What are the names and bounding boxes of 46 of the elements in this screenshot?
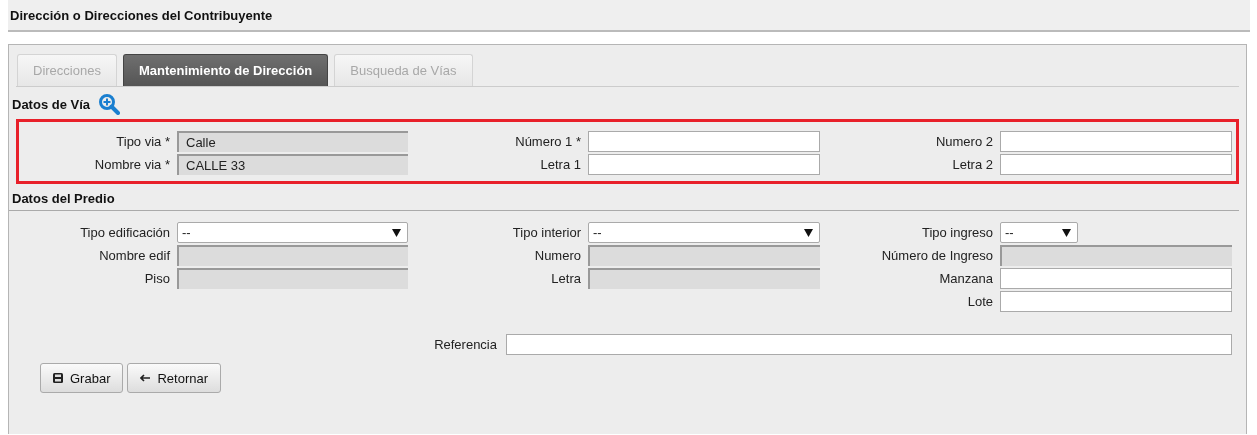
- caret-icon: [1062, 228, 1071, 237]
- save-icon: [53, 373, 63, 383]
- field-label: Número 1 *: [514, 134, 581, 149]
- input-field[interactable]: [588, 245, 820, 266]
- input-field[interactable]: [1000, 291, 1232, 312]
- input-field[interactable]: [588, 154, 820, 175]
- input-field[interactable]: [506, 334, 1232, 355]
- field-label: Nombre edif: [98, 248, 170, 263]
- input-field[interactable]: [177, 268, 408, 289]
- field-label: Referencia: [434, 337, 497, 352]
- input-field[interactable]: [1000, 131, 1232, 152]
- field-label: Numero: [533, 248, 581, 263]
- field-label: Número de Ingreso: [880, 248, 993, 263]
- button[interactable]: Grabar: [40, 363, 124, 393]
- section-title: Datos de Vía: [12, 96, 91, 112]
- field-label: Tipo via *: [115, 134, 170, 149]
- field-label: Tipo ingreso: [920, 225, 993, 240]
- field-label: Tipo edificación: [79, 225, 170, 240]
- field-label: Letra 2: [951, 157, 993, 172]
- field-label: Lote: [966, 294, 993, 309]
- caret-icon: [804, 228, 813, 237]
- field-label: Tipo interior: [511, 225, 581, 240]
- input-field[interactable]: [588, 131, 820, 152]
- input-field[interactable]: [1000, 154, 1232, 175]
- button[interactable]: Retornar: [127, 363, 222, 393]
- field-label: Letra: [550, 271, 581, 286]
- input-field[interactable]: Calle: [177, 131, 408, 152]
- field-label: Manzana: [938, 271, 993, 286]
- dropdown[interactable]: --: [1000, 222, 1078, 243]
- field-label: Letra 1: [539, 157, 581, 172]
- caret-icon: [392, 228, 401, 237]
- dropdown[interactable]: --: [588, 222, 820, 243]
- input-field[interactable]: [1000, 245, 1232, 266]
- tab[interactable]: Mantenimiento de Dirección: [122, 54, 329, 86]
- page-title: Dirección o Direcciones del Contribuyente: [10, 7, 273, 23]
- field-label: Nombre via *: [93, 157, 170, 172]
- field-label: Piso: [143, 271, 170, 286]
- zoom-in-icon[interactable]: [98, 93, 121, 115]
- left-arrow-icon: [140, 374, 151, 382]
- section-title: Datos del Predio: [12, 190, 115, 206]
- input-field[interactable]: [1000, 268, 1232, 289]
- dropdown[interactable]: --: [177, 222, 408, 243]
- input-field[interactable]: CALLE 33: [177, 154, 408, 175]
- field-label: Numero 2: [934, 134, 993, 149]
- input-field[interactable]: [588, 268, 820, 289]
- input-field[interactable]: [177, 245, 408, 266]
